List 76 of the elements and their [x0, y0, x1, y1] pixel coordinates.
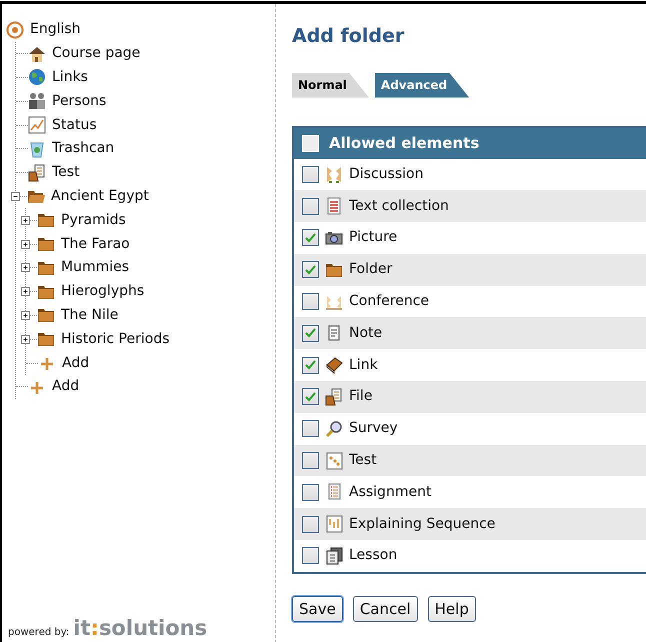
checkbox[interactable]	[302, 388, 319, 406]
document-icon	[325, 197, 343, 216]
expand-toggle[interactable]	[21, 240, 30, 249]
checkbox[interactable]	[302, 166, 319, 183]
tree-item[interactable]: Links	[52, 66, 88, 88]
expand-toggle[interactable]	[21, 310, 30, 320]
element-label: File	[349, 387, 372, 406]
checkbox[interactable]	[302, 324, 319, 342]
column-header: Allowed elements	[329, 132, 480, 154]
element-label: Test	[349, 451, 377, 470]
globe-icon	[28, 68, 46, 86]
powered-by-text: powered by:	[8, 626, 70, 640]
house-icon	[28, 44, 46, 63]
checkbox[interactable]	[302, 198, 319, 215]
tree-item[interactable]: The Farao	[61, 234, 130, 255]
element-label: Text collection	[349, 196, 449, 216]
magnifier-icon	[325, 420, 343, 438]
tree-item[interactable]: Add	[52, 376, 80, 398]
tab[interactable]: Normal	[292, 72, 369, 98]
trash-icon	[28, 140, 46, 158]
tree-item[interactable]: Pyramids	[61, 210, 126, 231]
tree-item[interactable]: Persons	[52, 90, 106, 112]
checkbox[interactable]	[302, 420, 319, 438]
element-label: Explaining Sequence	[349, 514, 496, 534]
checkbox[interactable]	[302, 356, 319, 374]
expand-toggle[interactable]	[21, 263, 30, 272]
element-label: Discussion	[349, 164, 424, 184]
tree-item[interactable]: Ancient Egypt	[51, 186, 149, 207]
checkbox[interactable]	[302, 229, 319, 246]
tree-item[interactable]: The Nile	[61, 304, 118, 326]
book-icon	[325, 356, 343, 374]
checkbox[interactable]	[302, 516, 319, 533]
tree-item[interactable]: Trashcan	[52, 138, 114, 160]
checkbox[interactable]	[302, 484, 319, 501]
element-label: Folder	[349, 260, 392, 280]
tree-item[interactable]: Status	[52, 114, 97, 136]
target-icon	[6, 20, 24, 39]
pages-icon	[325, 546, 343, 565]
action-button[interactable]: Save	[292, 596, 343, 622]
folder-icon	[37, 306, 55, 324]
element-label: Assignment	[349, 482, 432, 502]
checkbox[interactable]	[302, 547, 319, 564]
action-button[interactable]: Help	[428, 596, 476, 622]
exclamation-page-icon	[325, 515, 343, 534]
folder-icon	[37, 211, 55, 230]
expand-toggle[interactable]	[21, 216, 30, 225]
folder-icon	[37, 330, 55, 348]
file-icon	[28, 164, 46, 182]
element-label: Survey	[349, 419, 398, 438]
checkbox[interactable]	[302, 261, 319, 278]
element-label: Link	[349, 356, 378, 375]
file-icon	[325, 388, 343, 406]
element-label: Conference	[349, 292, 430, 312]
element-label: Note	[349, 324, 382, 343]
element-label: Lesson	[349, 546, 398, 566]
tree-item[interactable]: Hieroglyphs	[61, 281, 144, 302]
logo: it:solutions	[73, 618, 208, 639]
tree-item[interactable]: Mummies	[61, 257, 130, 278]
chart-icon	[28, 116, 46, 134]
tab[interactable]: Advanced	[374, 72, 470, 98]
page-title: Add folder	[292, 24, 406, 49]
collapse-toggle[interactable]	[11, 192, 20, 201]
checkbox[interactable]	[302, 293, 319, 310]
tree-item[interactable]: English	[30, 19, 81, 40]
tree-item[interactable]: Historic Periods	[61, 328, 170, 350]
folder-icon	[37, 235, 55, 254]
tree-item[interactable]: Test	[52, 162, 80, 184]
action-button[interactable]: Cancel	[352, 596, 418, 622]
checkbox[interactable]	[302, 452, 319, 470]
tree-item[interactable]: Add	[62, 352, 90, 374]
question-page-icon	[325, 452, 343, 470]
faces-icon	[325, 165, 343, 184]
tree-item[interactable]: Course page	[52, 43, 140, 64]
expand-toggle[interactable]	[21, 334, 30, 344]
expand-toggle[interactable]	[21, 287, 30, 296]
element-label: Picture	[349, 228, 398, 248]
